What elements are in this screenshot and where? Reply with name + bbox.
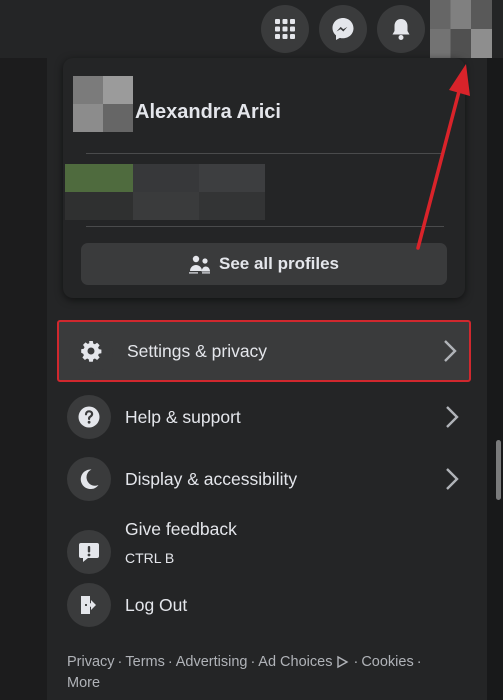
see-all-profiles-label: See all profiles: [219, 254, 339, 273]
footer-link-terms[interactable]: Terms: [125, 654, 164, 670]
divider: [86, 226, 444, 227]
profiles-icon: [189, 255, 210, 274]
profile-card: Alexandra Arici See all profiles: [63, 58, 465, 298]
menu-item-settings-privacy[interactable]: Settings & privacy: [57, 320, 471, 382]
chevron-right-icon: [446, 468, 459, 490]
bell-icon: [392, 19, 410, 40]
shortcut-hint: CTRL B: [125, 550, 175, 566]
icon-circle: [67, 395, 111, 439]
account-menu: Alexandra Arici See all profiles Setting…: [47, 58, 487, 700]
see-all-profiles-button[interactable]: See all profiles: [81, 243, 447, 285]
footer-link-cookies[interactable]: Cookies: [361, 654, 413, 670]
profile-name[interactable]: Alexandra Arici: [135, 101, 281, 124]
chevron-right-icon: [444, 340, 457, 362]
messenger-icon: [332, 18, 354, 40]
footer-link-ad-choices[interactable]: Ad Choices: [258, 654, 332, 670]
ad-choices-icon: [337, 655, 349, 669]
apps-grid-icon: [275, 19, 295, 39]
icon-circle: [67, 530, 111, 574]
menu-item-label: Log Out: [125, 594, 188, 615]
icon-circle: [69, 329, 113, 373]
footer-link-more[interactable]: More: [67, 675, 100, 691]
footer-link-advertising[interactable]: Advertising: [176, 654, 248, 670]
notifications-button[interactable]: [377, 5, 425, 53]
logout-icon: [81, 596, 96, 614]
footer-links: Privacy · Terms · Advertising · Ad Choices · Co…: [67, 654, 422, 691]
chevron-right-icon: [446, 406, 459, 428]
icon-circle: [67, 457, 111, 501]
question-icon: [78, 406, 100, 428]
menu-item-label: Settings & privacy: [127, 340, 268, 361]
footer-link-privacy[interactable]: Privacy: [67, 654, 115, 670]
menu-item-display-accessibility[interactable]: Display & accessibility: [57, 450, 471, 508]
scrollbar-thumb[interactable]: [496, 440, 501, 500]
menu-item-label: Display & accessibility: [125, 468, 298, 489]
background-page: [0, 58, 47, 700]
menu-item-label: Give feedback: [125, 519, 237, 539]
top-nav-bar: [0, 0, 503, 58]
menu-item-log-out[interactable]: Log Out: [57, 576, 471, 634]
divider: [86, 153, 444, 154]
gear-icon: [81, 341, 102, 362]
menu-item-label: Help & support: [125, 406, 241, 427]
other-profile[interactable]: [65, 164, 265, 220]
messenger-button[interactable]: [319, 5, 367, 53]
moon-icon: [80, 469, 99, 490]
avatar[interactable]: [73, 76, 133, 132]
feedback-icon: [79, 543, 99, 562]
apps-grid-button[interactable]: [261, 5, 309, 53]
account-avatar-button[interactable]: [430, 0, 492, 58]
menu-item-help-support[interactable]: Help & support: [57, 388, 471, 446]
icon-circle: [67, 583, 111, 627]
